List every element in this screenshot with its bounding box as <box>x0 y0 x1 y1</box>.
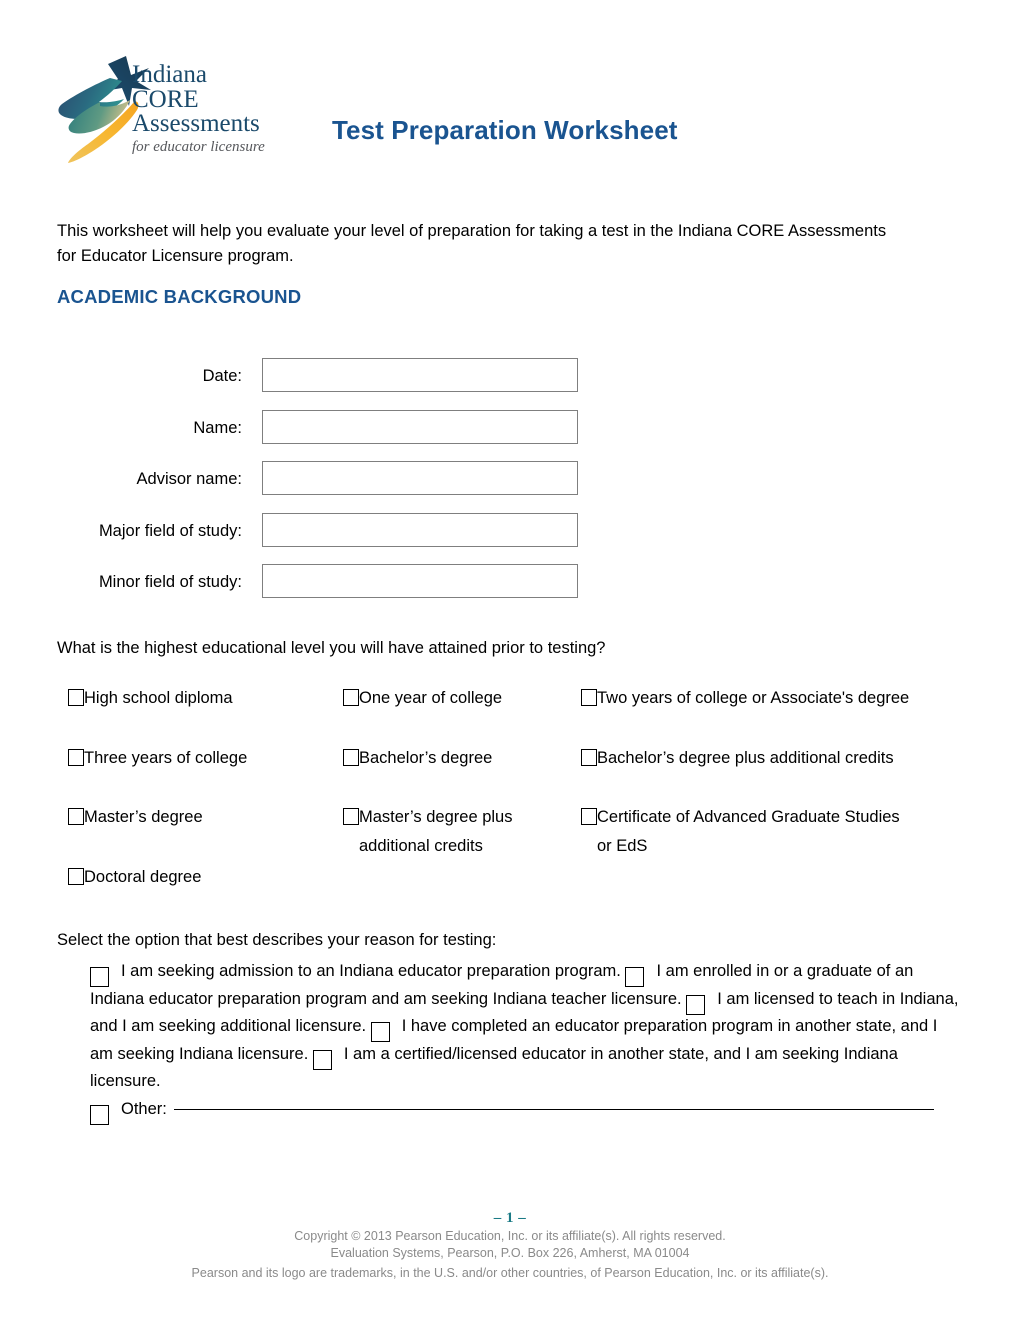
other-text-input[interactable] <box>174 1108 935 1110</box>
logo-line-indiana: Indiana <box>132 61 207 88</box>
checkbox-icon[interactable] <box>343 689 359 706</box>
field-label-advisor-name: Advisor name: <box>136 470 242 488</box>
major-field-input[interactable] <box>262 512 578 547</box>
education-option-label: Three years of college <box>84 748 248 767</box>
advisor-name-input[interactable] <box>262 461 578 495</box>
field-row-minor-field: Minor field of study: <box>0 564 1020 616</box>
education-option[interactable]: Two years of college or Associate's degr… <box>581 684 911 713</box>
name-input[interactable] <box>262 409 578 444</box>
education-option[interactable]: Master’s degree <box>68 803 338 832</box>
date-input[interactable] <box>262 358 578 392</box>
education-option[interactable]: Three years of college <box>68 744 338 773</box>
checkbox-icon[interactable] <box>581 808 597 825</box>
checkbox-icon[interactable] <box>581 748 597 766</box>
education-option-label: Master’s degree <box>84 808 203 826</box>
section-heading-academic-background: ACADEMIC BACKGROUND <box>57 286 302 307</box>
education-row: Doctoral degree <box>0 863 1020 923</box>
education-option-label: Certificate of Advanced Graduate Studies… <box>597 808 900 855</box>
logo-line-assessments: Assessments <box>132 110 260 137</box>
brand-logo: Indiana CORE Assessments for educator li… <box>52 50 302 170</box>
address-text: Evaluation Systems, Pearson, P.O. Box 22… <box>330 1246 690 1260</box>
intro-paragraph: This worksheet will help you evaluate yo… <box>57 222 887 265</box>
education-option[interactable]: Master’s degree plus additional credits <box>343 803 578 860</box>
education-option[interactable]: Doctoral degree <box>68 863 338 892</box>
checkbox-icon[interactable] <box>625 967 645 987</box>
minor-field-input[interactable] <box>262 564 578 598</box>
checkbox-icon[interactable] <box>312 1049 332 1070</box>
education-option[interactable]: High school diploma <box>68 684 338 713</box>
field-label-name: Name: <box>193 418 242 437</box>
checkbox-icon[interactable] <box>90 967 109 987</box>
field-row-advisor-name: Advisor name: <box>0 461 1020 513</box>
page-number: – 1 – <box>493 1210 527 1226</box>
education-option[interactable]: Certificate of Advanced Graduate Studies… <box>581 803 911 860</box>
field-row-major-field: Major field of study: <box>0 512 1020 565</box>
checkbox-icon[interactable] <box>343 808 359 825</box>
education-option[interactable]: One year of college <box>343 684 578 713</box>
trademark-text: Pearson and its logo are trademarks, in … <box>191 1266 829 1280</box>
reason-option-label: I am seeking admission to an Indiana edu… <box>121 962 621 980</box>
field-label-date: Date: <box>202 367 242 385</box>
education-level-checkbox-grid: High school diploma One year of college … <box>0 684 1020 922</box>
education-row: Three years of college Bachelor’s degree… <box>0 744 1020 804</box>
reason-option-other[interactable]: Other: <box>90 1100 935 1125</box>
education-row: High school diploma One year of college … <box>0 684 1020 744</box>
field-row-date: Date: <box>0 358 1020 410</box>
reason-option-other-label: Other: <box>121 1099 167 1118</box>
copyright-text: Copyright © 2013 Pearson Education, Inc.… <box>294 1229 726 1243</box>
checkbox-icon[interactable] <box>343 748 359 766</box>
education-level-question: What is the highest educational level yo… <box>57 639 606 657</box>
checkbox-icon[interactable] <box>581 689 597 706</box>
checkbox-icon[interactable] <box>90 1104 109 1125</box>
education-option[interactable]: Bachelor’s degree <box>343 744 578 773</box>
field-row-name: Name: <box>0 409 1020 462</box>
education-option-label: Bachelor’s degree <box>359 748 493 767</box>
brand-wordmark: Indiana CORE Assessments for educator li… <box>132 61 312 156</box>
education-option-label: Master’s degree plus additional credits <box>359 808 513 855</box>
education-option-label: High school diploma <box>84 689 233 707</box>
education-option-label: Two years of college or Associate's degr… <box>597 689 910 707</box>
field-label-minor-field: Minor field of study: <box>98 573 242 591</box>
education-option[interactable]: Bachelor’s degree plus additional credit… <box>581 744 911 773</box>
page-title: Test Preparation Worksheet <box>332 115 678 145</box>
checkbox-icon[interactable] <box>68 748 84 766</box>
page-footer: – 1 – Copyright © 2013 Pearson Education… <box>0 1208 1020 1282</box>
field-label-major-field: Major field of study: <box>98 521 242 540</box>
checkbox-icon[interactable] <box>68 689 84 706</box>
checkbox-icon[interactable] <box>686 994 706 1015</box>
reason-for-testing-question: Select the option that best describes yo… <box>57 931 497 949</box>
checkbox-icon[interactable] <box>68 867 84 885</box>
reason-for-testing-options: I am seeking admission to an Indiana edu… <box>90 958 960 1125</box>
education-row: Master’s degree Master’s degree plus add… <box>0 803 1020 863</box>
education-option-label: One year of college <box>359 689 503 707</box>
checkbox-icon[interactable] <box>370 1022 390 1042</box>
education-option-label: Bachelor’s degree plus additional credit… <box>597 748 894 767</box>
education-option-label: Doctoral degree <box>84 867 202 886</box>
logo-line-core: CORE <box>132 85 199 113</box>
academic-background-fields: Date: Name: Advisor name: Major field of… <box>0 358 1020 616</box>
logo-tagline: for educator licensure <box>132 138 265 155</box>
page-header: Indiana CORE Assessments for educator li… <box>0 0 1020 195</box>
reason-option[interactable]: I am seeking admission to an Indiana edu… <box>90 962 625 987</box>
checkbox-icon[interactable] <box>68 808 84 825</box>
